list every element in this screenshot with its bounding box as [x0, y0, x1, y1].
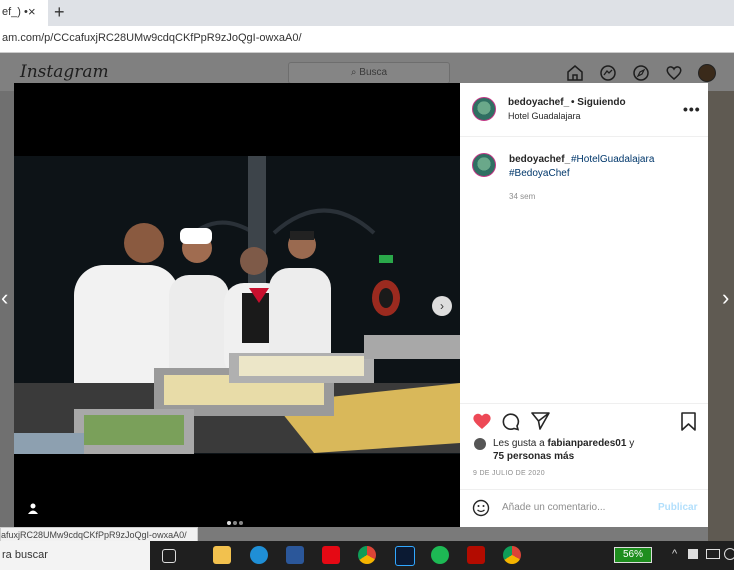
share-icon[interactable]: [531, 412, 550, 430]
emoji-icon[interactable]: [472, 499, 490, 517]
previous-post-preview: [0, 91, 14, 541]
post-details-panel: bedoyachef_ • Siguiendo Hotel Guadalajar…: [460, 83, 708, 527]
photoshop-icon[interactable]: [395, 546, 415, 566]
more-options-icon[interactable]: •••: [683, 101, 701, 117]
chrome-alt-icon[interactable]: [503, 546, 521, 564]
save-bookmark-icon[interactable]: [680, 412, 697, 431]
carousel-dot: [233, 521, 237, 525]
liked-prefix: Les gusta a: [493, 438, 545, 449]
next-post-preview: [708, 91, 734, 541]
carousel-dot: [227, 521, 231, 525]
chrome-icon[interactable]: [358, 546, 376, 564]
taskbar-search[interactable]: ra buscar: [0, 541, 150, 570]
divider: [460, 403, 708, 404]
edge-icon[interactable]: [250, 546, 268, 564]
publish-button[interactable]: Publicar: [658, 502, 697, 513]
caption-author-avatar[interactable]: [472, 153, 496, 177]
like-heart-icon[interactable]: [472, 412, 492, 430]
carousel-dot: [239, 521, 243, 525]
post-location[interactable]: Hotel Guadalajara: [508, 111, 581, 121]
liked-by-text: Les gusta a fabianparedes01 y: [493, 438, 634, 449]
heart-icon[interactable]: [665, 64, 683, 82]
word-icon[interactable]: [286, 546, 304, 564]
previous-post-arrow-icon[interactable]: ‹: [1, 285, 8, 311]
battery-indicator[interactable]: 56%: [614, 547, 652, 563]
acrobat-icon[interactable]: [467, 546, 485, 564]
next-post-arrow-icon[interactable]: ›: [722, 285, 729, 311]
netflix-icon[interactable]: [322, 546, 340, 564]
task-view-icon[interactable]: [162, 549, 176, 563]
home-icon[interactable]: [566, 64, 584, 82]
user-tag-icon[interactable]: [28, 503, 38, 517]
liked-suffix: y: [629, 438, 635, 449]
dropbox-icon[interactable]: [688, 549, 698, 559]
search-input[interactable]: ⌕ Busca: [288, 62, 450, 84]
post-author-username[interactable]: bedoyachef_: [508, 97, 569, 108]
search-placeholder: Busca: [359, 67, 388, 78]
new-tab-button[interactable]: +: [54, 2, 65, 23]
instagram-logo[interactable]: Instagram: [20, 62, 109, 82]
caption-age: 34 sem: [509, 192, 536, 201]
post-date: 9 DE JULIO DE 2020: [473, 470, 545, 477]
messenger-icon[interactable]: [599, 64, 617, 82]
caption-username[interactable]: bedoyachef_: [509, 154, 570, 165]
tab-title: ef_) •: [2, 6, 28, 18]
carousel-next-button[interactable]: ›: [432, 296, 452, 316]
chefs-buffet-image: [14, 83, 460, 527]
liked-user[interactable]: fabianparedes01: [548, 438, 627, 449]
caption-hashtag-hotel[interactable]: #HotelGuadalajara: [571, 154, 654, 165]
caption-hashtag-chef[interactable]: #BedoyaChef: [509, 168, 570, 179]
liker-avatar[interactable]: [474, 438, 486, 450]
divider: [460, 136, 708, 137]
divider: [460, 489, 708, 490]
tab-close-icon[interactable]: ×: [28, 4, 36, 19]
comment-icon[interactable]: [501, 412, 520, 431]
following-status[interactable]: • Siguiendo: [571, 97, 626, 108]
browser-tab-bar: [0, 0, 734, 26]
post-author-avatar[interactable]: [472, 97, 496, 121]
system-tray-arrow-icon[interactable]: ^: [672, 548, 677, 560]
profile-avatar[interactable]: [698, 64, 716, 82]
explore-icon[interactable]: [632, 64, 650, 82]
battery-tray-icon[interactable]: [706, 549, 720, 559]
post-photo[interactable]: [14, 83, 460, 527]
network-icon[interactable]: [724, 548, 734, 560]
carousel-dots: [226, 512, 244, 530]
liked-others[interactable]: 75 personas más: [493, 451, 574, 462]
address-bar[interactable]: am.com/p/CCcafuxjRC28UMw9cdqCKfPpR9zJoQg…: [0, 26, 734, 53]
comment-input[interactable]: Añade un comentario...: [502, 502, 605, 513]
url-text[interactable]: am.com/p/CCcafuxjRC28UMw9cdqCKfPpR9zJoQg…: [2, 32, 302, 44]
browser-tab[interactable]: ef_) • ×: [0, 0, 48, 26]
file-explorer-icon[interactable]: [213, 546, 231, 564]
spotify-icon[interactable]: [431, 546, 449, 564]
